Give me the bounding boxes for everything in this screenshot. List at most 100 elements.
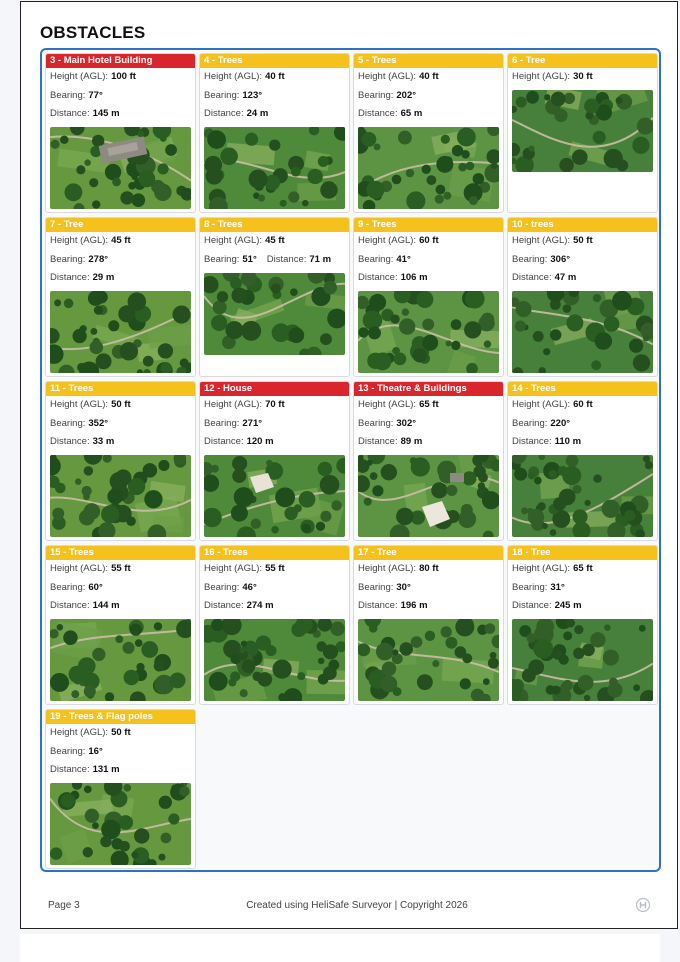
distance-label: Distance: bbox=[50, 108, 90, 119]
obstacle-bearing-row: Bearing: 306° bbox=[508, 251, 657, 270]
bearing-value: 41° bbox=[396, 253, 411, 265]
obstacle-card: 6 - Tree Height (AGL): 30 ft bbox=[507, 53, 658, 213]
obstacle-distance-row: Distance: 24 m bbox=[200, 105, 349, 124]
obstacle-height-row: Height (AGL): 50 ft bbox=[508, 232, 657, 251]
obstacle-bearing-row: Bearing: 51° Distance: 71 m bbox=[200, 251, 349, 270]
distance-label: Distance: bbox=[358, 436, 398, 447]
obstacle-distance-row: Distance: 106 m bbox=[354, 269, 503, 288]
obstacle-bearing-row: Bearing: 123° bbox=[200, 87, 349, 106]
bearing-value: 306° bbox=[550, 253, 571, 265]
height-value: 45 ft bbox=[265, 235, 285, 246]
obstacle-card: 14 - Trees Height (AGL): 60 ft Bearing: 220°… bbox=[507, 381, 658, 541]
obstacle-distance-row: Distance: 196 m bbox=[354, 597, 503, 616]
obstacle-title: 8 - Trees bbox=[200, 218, 349, 232]
bearing-label: Bearing: bbox=[50, 89, 86, 101]
bearing-value: 278° bbox=[88, 253, 109, 265]
obstacle-distance-row: Distance: 144 m bbox=[46, 597, 195, 616]
height-value: 50 ft bbox=[573, 235, 593, 246]
height-label: Height (AGL): bbox=[50, 71, 109, 82]
bearing-value: 16° bbox=[88, 745, 103, 757]
bearing-label: Bearing: bbox=[358, 581, 394, 593]
obstacle-title: 5 - Trees bbox=[354, 54, 503, 68]
height-label: Height (AGL): bbox=[358, 563, 417, 574]
distance-label: Distance: bbox=[50, 764, 90, 775]
distance-value: 65 m bbox=[400, 108, 423, 119]
obstacle-title: 18 - Tree bbox=[508, 546, 657, 560]
distance-value: 106 m bbox=[400, 272, 428, 283]
height-label: Height (AGL): bbox=[358, 399, 417, 410]
height-label: Height (AGL): bbox=[512, 235, 571, 246]
helisafe-logo-icon bbox=[635, 897, 651, 913]
aerial-photo-trees bbox=[358, 127, 499, 209]
distance-label: Distance: bbox=[512, 436, 552, 447]
section-title: OBSTACLES bbox=[40, 23, 146, 42]
height-value: 50 ft bbox=[111, 727, 131, 738]
height-label: Height (AGL): bbox=[50, 235, 109, 246]
obstacle-bearing-row: Bearing: 220° bbox=[508, 415, 657, 434]
distance-label: Distance: bbox=[512, 600, 552, 611]
aerial-photo-trees bbox=[204, 127, 345, 209]
distance-value: 245 m bbox=[554, 600, 582, 611]
aerial-photo-trees bbox=[50, 619, 191, 701]
height-label: Height (AGL): bbox=[512, 563, 571, 574]
aerial-photo-trees-flagpoles bbox=[50, 783, 191, 865]
obstacle-card: 15 - Trees Height (AGL): 55 ft Bearing: 60° D… bbox=[45, 545, 196, 705]
distance-value: 131 m bbox=[92, 764, 120, 775]
distance-label: Distance: bbox=[358, 108, 398, 119]
distance-value: 196 m bbox=[400, 600, 428, 611]
aerial-photo-trees bbox=[204, 619, 345, 701]
obstacle-height-row: Height (AGL): 45 ft bbox=[200, 232, 349, 251]
obstacle-bearing-row: Bearing: 46° bbox=[200, 579, 349, 598]
obstacle-height-row: Height (AGL): 80 ft bbox=[354, 560, 503, 579]
aerial-photo-trees bbox=[512, 291, 653, 373]
page-footer: Page 3 Created using HeliSafe Surveyor |… bbox=[21, 897, 679, 914]
distance-value: 120 m bbox=[246, 436, 274, 447]
obstacle-card: 18 - Tree Height (AGL): 65 ft Bearing: 31° Di… bbox=[507, 545, 658, 705]
obstacle-card: 10 - trees Height (AGL): 50 ft Bearing: 306°… bbox=[507, 217, 658, 377]
distance-label: Distance: bbox=[50, 272, 90, 283]
height-label: Height (AGL): bbox=[358, 235, 417, 246]
obstacle-title: 7 - Tree bbox=[46, 218, 195, 232]
bearing-value: 302° bbox=[396, 417, 417, 429]
obstacle-grid: 3 - Main Hotel Building Height (AGL): 100 … bbox=[45, 53, 658, 869]
distance-label: Distance: bbox=[512, 272, 552, 283]
aerial-photo-tree bbox=[50, 291, 191, 373]
distance-value: 274 m bbox=[246, 600, 274, 611]
obstacle-distance-row: Distance: 110 m bbox=[508, 433, 657, 452]
obstacle-height-row: Height (AGL): 40 ft bbox=[200, 68, 349, 87]
obstacle-title: 19 - Trees & Flag poles bbox=[46, 710, 195, 724]
height-value: 80 ft bbox=[419, 563, 439, 574]
obstacle-title: 3 - Main Hotel Building bbox=[46, 54, 195, 68]
bearing-label: Bearing: bbox=[204, 417, 240, 429]
bearing-value: 77° bbox=[88, 89, 103, 101]
obstacle-card: 16 - Trees Height (AGL): 55 ft Bearing: 46° D… bbox=[199, 545, 350, 705]
distance-value: 24 m bbox=[246, 108, 269, 119]
obstacle-distance-row: Distance: 33 m bbox=[46, 433, 195, 452]
height-label: Height (AGL): bbox=[204, 399, 263, 410]
height-label: Height (AGL): bbox=[512, 399, 571, 410]
distance-label: Distance: bbox=[358, 272, 398, 283]
obstacle-bearing-row: Bearing: 31° bbox=[508, 579, 657, 598]
height-value: 40 ft bbox=[419, 71, 439, 82]
obstacle-title: 12 - House bbox=[200, 382, 349, 396]
distance-value: 89 m bbox=[400, 436, 423, 447]
obstacle-bearing-row: Bearing: 30° bbox=[354, 579, 503, 598]
obstacle-card: 17 - Tree Height (AGL): 80 ft Bearing: 30° Di… bbox=[353, 545, 504, 705]
obstacle-bearing-row: Bearing: 60° bbox=[46, 579, 195, 598]
footer-credit: Created using HeliSafe Surveyor | Copyri… bbox=[246, 900, 468, 911]
height-value: 55 ft bbox=[265, 563, 285, 574]
bearing-label: Bearing: bbox=[204, 89, 240, 101]
obstacle-card: 9 - Trees Height (AGL): 60 ft Bearing: 41° Di… bbox=[353, 217, 504, 377]
obstacle-height-row: Height (AGL): 60 ft bbox=[508, 396, 657, 415]
distance-label: Distance: bbox=[266, 253, 307, 265]
obstacle-card: 7 - Tree Height (AGL): 45 ft Bearing: 278° Di… bbox=[45, 217, 196, 377]
obstacle-title: 9 - Trees bbox=[354, 218, 503, 232]
distance-value: 33 m bbox=[92, 436, 115, 447]
height-value: 60 ft bbox=[419, 235, 439, 246]
distance-label: Distance: bbox=[358, 600, 398, 611]
obstacle-height-row: Height (AGL): 65 ft bbox=[354, 396, 503, 415]
distance-label: Distance: bbox=[204, 436, 244, 447]
aerial-photo-trees bbox=[50, 455, 191, 537]
aerial-photo-tree bbox=[358, 619, 499, 701]
obstacle-card: 4 - Trees Height (AGL): 40 ft Bearing: 123° D… bbox=[199, 53, 350, 213]
